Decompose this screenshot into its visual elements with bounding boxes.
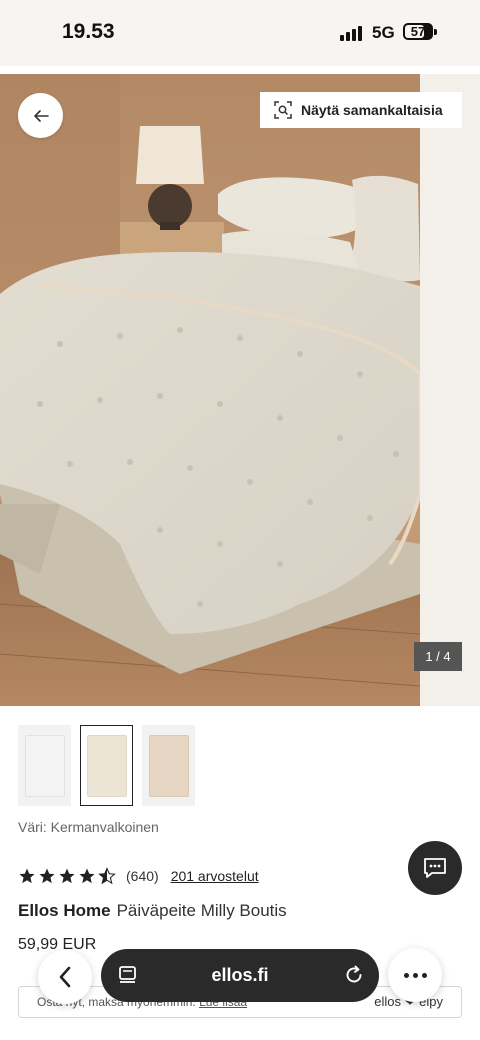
star-icon	[79, 868, 95, 884]
url-text: ellos.fi	[211, 965, 269, 985]
star-icon	[39, 868, 55, 884]
star-icon	[59, 868, 75, 884]
network-label: 5G	[372, 23, 395, 42]
thumbnail-1[interactable]	[18, 725, 71, 806]
product-title: Ellos Home Päiväpeite Milly Boutis	[18, 901, 287, 921]
thumbnail-image	[86, 734, 127, 797]
battery-icon: 57	[403, 23, 433, 40]
signal-icon	[340, 25, 364, 41]
battery-cap	[434, 29, 437, 35]
status-bar: 19.53 5G 57	[0, 0, 480, 66]
color-label: Väri: Kermanvalkoinen	[18, 819, 159, 835]
chat-button[interactable]	[408, 841, 462, 895]
thumbnail-2[interactable]	[80, 725, 133, 806]
star-rating	[18, 867, 116, 885]
star-icon	[19, 868, 35, 884]
dot	[412, 972, 418, 978]
product-photo	[0, 74, 420, 706]
thumbnail-3[interactable]	[142, 725, 195, 806]
reviews-link[interactable]: 201 arvostelut	[171, 868, 259, 884]
image-counter: 1 / 4	[414, 642, 462, 671]
half-star-icon	[98, 867, 116, 885]
more-options-button[interactable]	[388, 948, 442, 1002]
chevron-left-icon	[59, 966, 71, 988]
status-time: 19.53	[62, 20, 115, 43]
product-name: Päiväpeite Milly Boutis	[116, 901, 287, 920]
product-gallery[interactable]	[0, 74, 480, 706]
arrow-left-icon	[33, 109, 49, 122]
back-button[interactable]	[18, 93, 63, 138]
dot	[421, 972, 427, 978]
dot	[403, 972, 409, 978]
show-similar-label: Näytä samankaltaisia	[301, 102, 443, 118]
reload-icon[interactable]	[343, 964, 365, 986]
address-bar[interactable]: ellos.fi	[101, 949, 379, 1002]
show-similar-button[interactable]: Näytä samankaltaisia	[260, 92, 462, 128]
chat-icon	[424, 858, 446, 878]
thumbnail-image	[24, 734, 65, 797]
battery-level: 57	[410, 24, 426, 39]
product-brand[interactable]: Ellos Home	[18, 901, 111, 920]
rating-count: (640)	[126, 868, 159, 884]
visual-search-icon	[274, 101, 292, 119]
next-photo-peek[interactable]	[420, 74, 480, 706]
rating-row: (640) 201 arvostelut	[18, 865, 259, 887]
tabs-icon[interactable]	[117, 964, 139, 986]
browser-back-button[interactable]	[38, 950, 92, 1004]
thumbnail-image	[148, 734, 189, 797]
